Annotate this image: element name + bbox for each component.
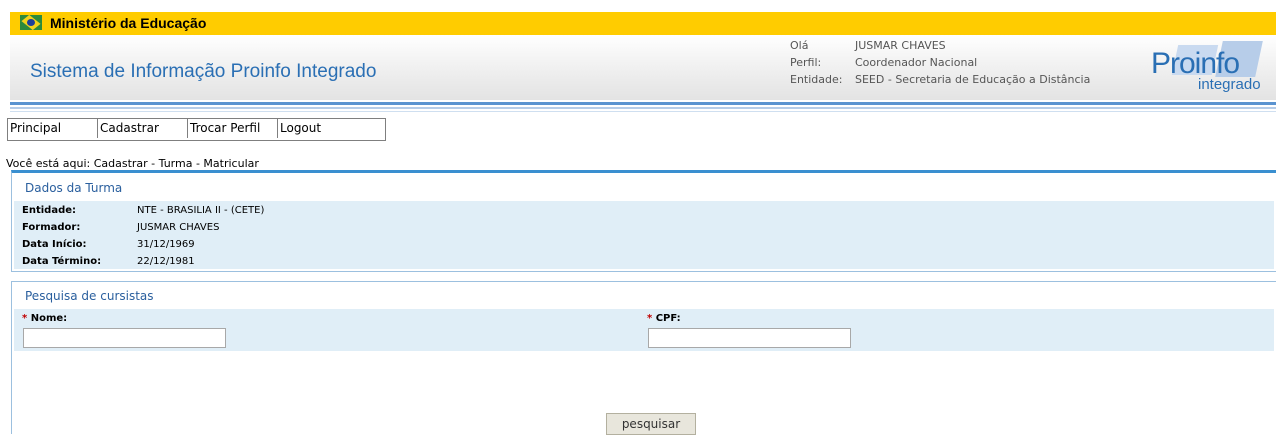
info-label: Data Término: — [22, 256, 102, 267]
info-label: Entidade: — [22, 205, 77, 216]
info-value: 31/12/1969 — [137, 239, 195, 250]
main-menu: Principal Cadastrar Trocar Perfil Logout — [7, 118, 386, 141]
user-info: Olá JUSMAR CHAVES Perfil: Coordenador Naci… — [790, 37, 1090, 88]
greeting-label: Olá — [790, 39, 809, 52]
entity-label: Entidade: — [790, 73, 843, 86]
menu-item-principal[interactable]: Principal — [8, 119, 98, 138]
system-header: Sistema de Informação Proinfo Integrado … — [10, 35, 1276, 100]
info-value: 22/12/1981 — [137, 256, 195, 267]
user-name: JUSMAR CHAVES — [855, 39, 946, 52]
government-bar: Ministério da Educação — [10, 12, 1276, 35]
breadcrumb: Você está aqui: Cadastrar - Turma - Matr… — [6, 157, 259, 170]
turma-panel-title: Dados da Turma — [25, 181, 123, 195]
entity-value: SEED - Secretaria de Educação a Distânci… — [855, 73, 1091, 86]
search-panel-title: Pesquisa de cursistas — [25, 289, 154, 303]
search-button[interactable]: pesquisar — [606, 413, 696, 435]
required-mark: * — [22, 313, 28, 324]
info-value: NTE - BRASILIA II - (CETE) — [137, 205, 265, 216]
info-label: Formador: — [22, 222, 81, 233]
cpf-input[interactable] — [648, 328, 851, 348]
profile-value: Coordenador Nacional — [855, 56, 978, 69]
proinfo-logo: Proinfo integrado — [1145, 41, 1276, 101]
menu-item-logout[interactable]: Logout — [278, 119, 385, 138]
logo-sub-text: integrado — [1198, 76, 1261, 93]
profile-label: Perfil: — [790, 56, 822, 69]
menu-item-cadastrar[interactable]: Cadastrar — [98, 119, 188, 138]
turma-panel: Dados da Turma Entidade: NTE - BRASILIA … — [11, 170, 1276, 272]
nome-label: * Nome: — [22, 313, 68, 324]
info-value: JUSMAR CHAVES — [137, 222, 220, 233]
search-panel: Pesquisa de cursistas * Nome: * CPF: pes… — [11, 281, 1276, 435]
ministry-title: Ministério da Educação — [50, 15, 207, 31]
search-fields-box: * Nome: * CPF: — [14, 309, 1274, 351]
info-label: Data Início: — [22, 239, 87, 250]
required-mark: * — [647, 313, 653, 324]
menu-item-trocar-perfil[interactable]: Trocar Perfil — [188, 119, 278, 138]
turma-info-box: Entidade: NTE - BRASILIA II - (CETE) For… — [14, 201, 1274, 269]
nome-input[interactable] — [23, 328, 226, 348]
cpf-label: * CPF: — [647, 313, 681, 324]
header-divider — [10, 100, 1276, 114]
system-title: Sistema de Informação Proinfo Integrado — [30, 61, 377, 82]
brazil-flag-icon — [20, 15, 42, 30]
